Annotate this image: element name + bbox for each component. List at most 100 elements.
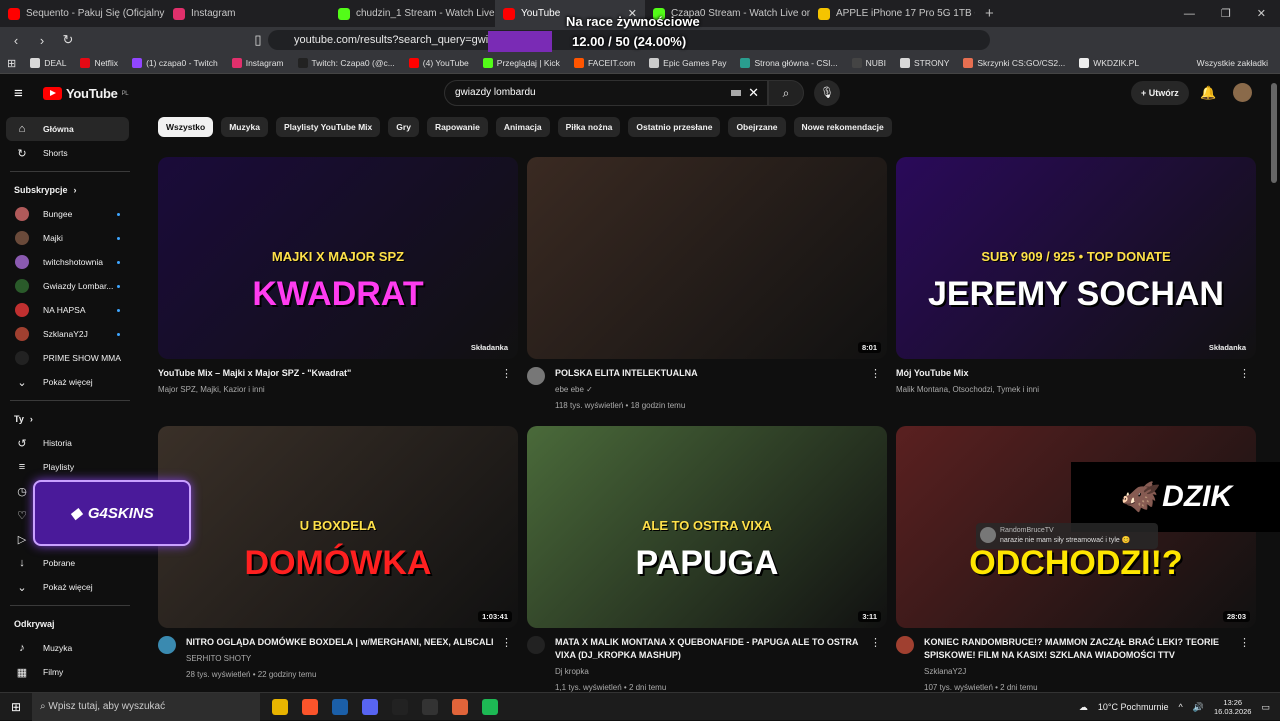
video-card[interactable]: KWADRAT MAJKI X MAJOR SPZ Składanka ⋮ YouTub…	[158, 157, 518, 396]
channel-name[interactable]: Dj kropka	[527, 665, 887, 678]
video-title[interactable]: MATA X MALIK MONTANA X QUEBONAFIDE - PAP…	[527, 636, 887, 662]
filter-chip[interactable]: Animacja	[495, 117, 550, 137]
channel-avatar[interactable]	[896, 636, 914, 654]
bookmark-page-icon[interactable]: ▯	[248, 32, 268, 48]
more-options-icon[interactable]: ⋮	[1239, 367, 1250, 380]
taskbar-app-icon[interactable]	[302, 698, 318, 715]
filter-chip[interactable]: Wszystko	[158, 117, 214, 137]
bookmark-item[interactable]: (1) czapa0 - Twitch	[125, 58, 225, 68]
sidebar-item[interactable]: ↓ Pobrane	[0, 551, 140, 575]
taskbar-search[interactable]: ⌕ Wpisz tutaj, aby wyszukać	[32, 692, 260, 721]
video-title[interactable]: KONIEC RANDOMBRUCE!? MAMMON ZACZĄŁ BRAĆ …	[896, 636, 1256, 662]
create-button[interactable]: + Utwórz	[1131, 81, 1189, 105]
close-window-icon[interactable]: ✕	[1257, 7, 1266, 20]
channel-name[interactable]: Malik Montana, Otsochodzi, Tymek i inni	[896, 383, 1256, 396]
notifications-bell-icon[interactable]: 🔔	[1200, 85, 1216, 101]
filter-chip[interactable]: Ostatnio przesłane	[628, 117, 721, 137]
video-card[interactable]: 8:01 ⋮ POLSKA ELITA INTELEKTUALNA ebe ebe ✓…	[527, 157, 887, 412]
filter-chip[interactable]: Muzyka	[221, 117, 268, 137]
taskbar-app-icon[interactable]	[392, 698, 408, 715]
hamburger-menu-icon[interactable]: ≡	[14, 85, 23, 102]
sidebar-item[interactable]: ▦ Filmy	[0, 660, 140, 684]
show-more-button[interactable]: ⌄ Pokaż więcej	[0, 370, 140, 394]
page-scrollbar[interactable]	[1271, 83, 1277, 183]
taskbar-app-icon[interactable]	[332, 698, 348, 715]
video-thumbnail[interactable]: DOMÓWKA U BOXDELA 1:03:41	[158, 426, 518, 628]
channel-name[interactable]: SERHITO SHOTY	[158, 652, 518, 665]
bookmark-item[interactable]: Epic Games Pay	[642, 58, 733, 68]
video-thumbnail[interactable]: KWADRAT MAJKI X MAJOR SPZ Składanka	[158, 157, 518, 359]
video-title[interactable]: YouTube Mix – Majki x Major SPZ - "Kwadr…	[158, 367, 518, 380]
minimize-icon[interactable]: —	[1184, 8, 1195, 20]
clear-search-icon[interactable]: ✕	[748, 81, 759, 105]
browser-tab[interactable]: Instagram	[165, 0, 330, 27]
filter-chip[interactable]: Rapowanie	[426, 117, 488, 137]
browser-tab[interactable]: APPLE iPhone 17 Pro 5G 1TB 6.3" 120	[810, 0, 975, 27]
bookmark-item[interactable]: (4) YouTube	[402, 58, 476, 68]
channel-avatar[interactable]	[158, 636, 176, 654]
taskbar-app-icon[interactable]	[482, 698, 498, 715]
more-options-icon[interactable]: ⋮	[870, 636, 881, 649]
volume-icon[interactable]: 🔊	[1193, 702, 1204, 713]
apps-icon[interactable]: ⊞	[0, 57, 23, 70]
sidebar-item[interactable]: ≡ Playlisty	[0, 455, 140, 479]
sidebar-section-header[interactable]: Ty ›	[0, 407, 140, 431]
filter-chip[interactable]: Nowe rekomendacje	[793, 117, 892, 137]
sidebar-item[interactable]: ⌂ Główna	[6, 117, 129, 141]
taskbar-app-icon[interactable]	[272, 698, 288, 715]
sidebar-item[interactable]: ↻ Shorts	[0, 141, 140, 165]
browser-tab[interactable]: Sequento - Pakuj Się (Oficjalny Te	[0, 0, 165, 27]
video-thumbnail[interactable]: JEREMY SOCHAN SUBY 909 / 925 • TOP DONATE…	[896, 157, 1256, 359]
sidebar-item[interactable]: PRIME SHOW MMA	[0, 346, 140, 370]
more-options-icon[interactable]: ⋮	[501, 636, 512, 649]
bookmark-item[interactable]: Strona główna - CSI...	[733, 58, 844, 68]
filter-chip[interactable]: Playlisty YouTube Mix	[275, 117, 381, 137]
search-button[interactable]: ⌕	[768, 80, 804, 106]
show-more-button[interactable]: ⌄ Pokaż więcej	[0, 575, 140, 599]
filter-chip[interactable]: Piłka nożna	[557, 117, 621, 137]
bookmark-item[interactable]: NUBI	[845, 58, 893, 68]
sidebar-section-header[interactable]: Subskrypcje ›	[0, 178, 140, 202]
youtube-logo[interactable]: YouTube PL	[43, 86, 129, 101]
windows-start-icon[interactable]: ⊞	[0, 700, 32, 714]
tray-chevron-icon[interactable]: ^	[1178, 702, 1182, 712]
bookmark-item[interactable]: Przeglądaj | Kick	[476, 58, 567, 68]
sidebar-item[interactable]: SzklanaY2J	[0, 322, 140, 346]
filter-chip[interactable]: Obejrzane	[728, 117, 786, 137]
filter-chip[interactable]: Gry	[388, 117, 419, 137]
more-options-icon[interactable]: ⋮	[501, 367, 512, 380]
forward-icon[interactable]: ›	[32, 33, 52, 48]
voice-search-button[interactable]: 🎙	[814, 80, 840, 106]
video-card[interactable]: PAPUGA ALE TO OSTRA VIXA 3:11 ⋮ MATA X MALIK…	[527, 426, 887, 694]
bookmark-item[interactable]: Skrzynki CS:GO/CS2...	[956, 58, 1072, 68]
bookmark-item[interactable]: FACEIT.com	[567, 58, 642, 68]
more-options-icon[interactable]: ⋮	[1239, 636, 1250, 649]
sidebar-item[interactable]: Gwiazdy Lombar...	[0, 274, 140, 298]
sidebar-item[interactable]: NA HAPSA	[0, 298, 140, 322]
taskbar-app-icon[interactable]	[422, 698, 438, 715]
new-tab-icon[interactable]: +	[975, 5, 1004, 22]
taskbar-app-icon[interactable]	[452, 698, 468, 715]
sidebar-item[interactable]: twitchshotownia	[0, 250, 140, 274]
bookmark-item[interactable]: STRONY	[893, 58, 956, 68]
notifications-icon[interactable]: ▭	[1261, 702, 1270, 713]
channel-avatar[interactable]	[527, 636, 545, 654]
sidebar-item[interactable]: Majki	[0, 226, 140, 250]
maximize-icon[interactable]: ❐	[1221, 7, 1231, 20]
channel-name[interactable]: ebe ebe ✓	[527, 383, 887, 396]
bookmark-item[interactable]: Twitch: Czapa0 (@c...	[291, 58, 402, 68]
video-card[interactable]: DOMÓWKA U BOXDELA 1:03:41 ⋮ NITRO OGLĄDA DOM…	[158, 426, 518, 681]
taskbar-app-icon[interactable]	[362, 698, 378, 715]
account-avatar[interactable]	[1233, 83, 1252, 102]
bookmark-item[interactable]: Netflix	[73, 58, 125, 68]
sidebar-item[interactable]: ↺ Historia	[0, 431, 140, 455]
more-options-icon[interactable]: ⋮	[870, 367, 881, 380]
video-title[interactable]: Mój YouTube Mix	[896, 367, 1256, 380]
video-title[interactable]: NITRO OGLĄDA DOMÓWKE BOXDELA | w/MERGHAN…	[158, 636, 518, 649]
search-input[interactable]: gwiazdy lombardu ✕	[444, 80, 768, 106]
video-thumbnail[interactable]: PAPUGA ALE TO OSTRA VIXA 3:11	[527, 426, 887, 628]
bookmark-item[interactable]: DEAL	[23, 58, 73, 68]
bookmark-item[interactable]: Instagram	[225, 58, 291, 68]
back-icon[interactable]: ‹	[6, 33, 26, 48]
keyboard-icon[interactable]	[731, 90, 741, 96]
